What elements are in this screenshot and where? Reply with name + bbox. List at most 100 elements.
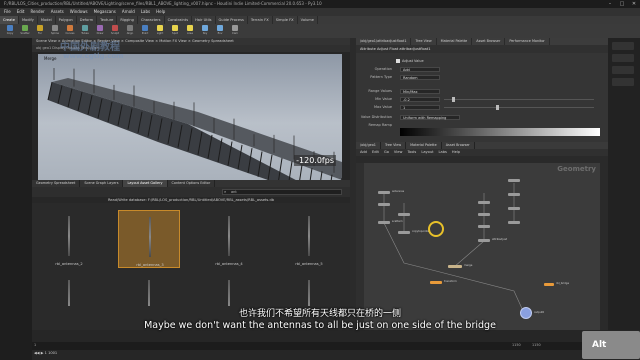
menu-megascans[interactable]: Megascans [94, 8, 116, 16]
timeline-bar[interactable] [32, 342, 632, 350]
asset-item[interactable] [278, 276, 340, 306]
remap-ramp-widget[interactable] [400, 128, 600, 136]
network-node[interactable] [508, 221, 520, 224]
network-node[interactable] [378, 203, 390, 206]
asset-item[interactable]: rbl_antennas_5 [278, 210, 340, 268]
shelf-tool-fur[interactable]: Fur [34, 25, 46, 37]
tab-geometry-spreadsheet[interactable]: Geometry Spreadsheet [32, 180, 81, 187]
shelf-tool-light[interactable]: Light [154, 25, 166, 37]
shelf-tool-copy[interactable]: Copy [4, 25, 16, 37]
menu-file[interactable]: File [4, 8, 11, 16]
shelf-tool-sky[interactable]: Sky [199, 25, 211, 37]
tab-tree-view[interactable]: Tree View [411, 38, 437, 45]
play-back-icon[interactable]: ◀◀ [34, 351, 40, 355]
max-value-knob[interactable] [496, 104, 499, 110]
checkbox-icon[interactable] [396, 59, 400, 63]
tab-material-palette[interactable]: Material Palette [437, 38, 473, 45]
shelf-tool-draw[interactable]: Draw [94, 25, 106, 37]
net-menu-layout[interactable]: Layout [421, 149, 433, 156]
net-menu-help[interactable]: Help [452, 149, 460, 156]
shelf-tool-spot[interactable]: Spot [169, 25, 181, 37]
shelf-tool-area[interactable]: Area [184, 25, 196, 37]
network-node[interactable] [508, 193, 520, 196]
shelf-tab[interactable]: Characters [138, 16, 165, 24]
shelf-tab[interactable]: Create [0, 16, 19, 24]
shelf-tab[interactable]: Hair Utils [192, 16, 216, 24]
menu-labs[interactable]: Labs [141, 8, 150, 16]
network-node[interactable] [508, 179, 520, 182]
parm-value-distribution[interactable]: Value Distribution Uniform with Remappin… [356, 114, 608, 120]
shelf-tab[interactable]: Model [38, 16, 56, 24]
shelf-tab[interactable]: Texture [97, 16, 118, 24]
network-node[interactable] [378, 191, 390, 194]
menu-arnold[interactable]: Arnold [122, 8, 135, 16]
toolbar-button[interactable] [612, 42, 634, 50]
shelf-tab[interactable]: Volume [298, 16, 319, 24]
tab-asset-browser[interactable]: Asset Browser [472, 38, 506, 45]
maximize-icon[interactable]: □ [618, 1, 626, 7]
asset-search-input[interactable]: ⌕ ant [222, 189, 342, 195]
menu-help[interactable]: Help [156, 8, 165, 16]
net-menu-tools[interactable]: Tools [407, 149, 416, 156]
tab-performance-monitor[interactable]: Performance Monitor [505, 38, 550, 45]
asset-item[interactable]: rbl_antennas_2 [38, 210, 100, 268]
asset-item[interactable] [118, 276, 180, 306]
network-node[interactable] [398, 213, 410, 216]
parm-max-value[interactable]: Max Value 1 [356, 104, 608, 110]
network-node[interactable] [544, 283, 554, 286]
max-value-slider[interactable] [444, 106, 594, 108]
3d-viewport[interactable]: Merge -120.0fps [38, 54, 342, 180]
tab-tree-view[interactable]: Tree View [381, 142, 407, 149]
parm-pattern-type[interactable]: Pattern Type Random [356, 74, 608, 80]
shelf-tool-point[interactable]: Point [139, 25, 151, 37]
shelf-tool-curves[interactable]: Curves [64, 25, 76, 37]
tab-material-palette[interactable]: Material Palette [406, 142, 442, 149]
parm-range-values[interactable]: Range Values Min/Max [356, 88, 608, 94]
frame-current[interactable]: 1 [45, 351, 47, 355]
toolbar-button[interactable] [612, 66, 634, 74]
close-icon[interactable]: ✕ [630, 1, 638, 7]
network-node[interactable] [478, 225, 490, 228]
minimize-icon[interactable]: – [606, 1, 614, 7]
tab-network[interactable]: /obj/geo1 [356, 142, 381, 149]
net-menu-labs[interactable]: Labs [439, 149, 447, 156]
network-node[interactable] [478, 239, 490, 242]
network-node[interactable] [478, 201, 490, 204]
tab-content-options[interactable]: Content Options Editor [168, 180, 216, 187]
asset-item[interactable]: rbl_antennas_4 [198, 210, 260, 268]
shelf-tab[interactable]: Polygon [56, 16, 77, 24]
network-node[interactable] [478, 213, 490, 216]
menu-render[interactable]: Render [30, 8, 44, 16]
menu-windows[interactable]: Windows [70, 8, 88, 16]
toolbar-button[interactable] [612, 78, 634, 86]
shelf-tab[interactable]: Rigging [117, 16, 138, 24]
tab-asset-browser[interactable]: Asset Browser [442, 142, 475, 149]
shelf-tool-cam[interactable]: Cam [229, 25, 241, 37]
shelf-tab[interactable]: Simple FX [273, 16, 298, 24]
parm-min-value[interactable]: Min Value -0.2 [356, 96, 608, 102]
net-menu-edit[interactable]: Edit [372, 149, 379, 156]
net-menu-go[interactable]: Go [384, 149, 389, 156]
playback-controls[interactable]: ◀◀ ▶ 1 1001 [34, 351, 57, 355]
min-value-knob[interactable] [452, 96, 455, 102]
net-menu-add[interactable]: Add [360, 149, 367, 156]
tab-scene-graph-layers[interactable]: Scene Graph Layers [80, 180, 124, 187]
min-value-slider[interactable] [444, 98, 594, 100]
network-node[interactable] [398, 231, 410, 234]
toolbar-button[interactable] [612, 54, 634, 62]
play-icon[interactable]: ▶ [41, 351, 44, 355]
asset-item[interactable] [198, 276, 260, 306]
shelf-tab[interactable]: Modify [19, 16, 38, 24]
network-canvas[interactable]: Geometry antennas scatter1 copytopoints … [364, 163, 600, 330]
network-node[interactable] [508, 207, 520, 210]
shelf-tool-tubes[interactable]: Tubes [79, 25, 91, 37]
network-node[interactable] [430, 281, 442, 284]
tab-layout-asset-gallery[interactable]: Layout Asset Gallery [123, 180, 168, 187]
menu-edit[interactable]: Edit [17, 8, 25, 16]
shelf-tool-sculpt[interactable]: Sculpt [109, 25, 121, 37]
parm-operation[interactable]: Operation Add [356, 66, 608, 72]
net-menu-view[interactable]: View [394, 149, 403, 156]
shelf-tool-scatter[interactable]: Scatter [19, 25, 31, 37]
shelf-tab[interactable]: Constraints [165, 16, 193, 24]
network-node[interactable] [448, 265, 462, 268]
